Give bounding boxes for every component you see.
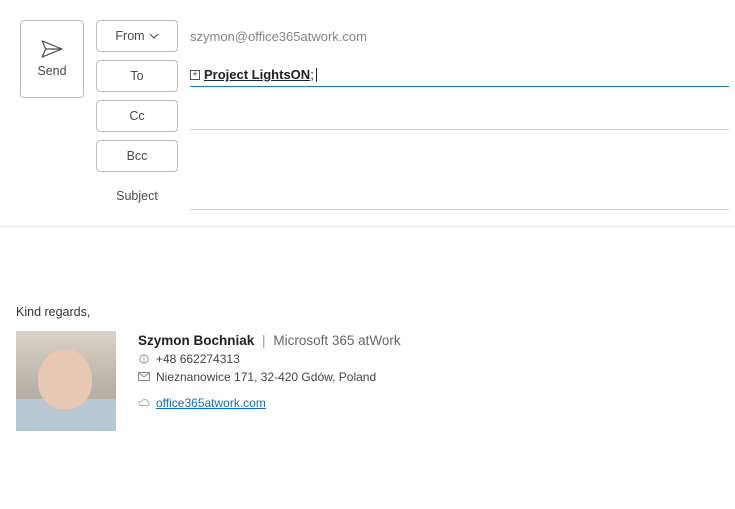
subject-label: Subject [96,189,178,203]
recipient-chip[interactable]: + Project LightsON; [190,67,317,82]
signature-address-row: Nieznanowice 171, 32-420 Gdów, Poland [138,370,401,384]
subject-input-wrap[interactable] [190,182,729,210]
mail-icon [138,372,150,382]
signature-name-line: Szymon Bochniak | Microsoft 365 atWork [138,333,401,348]
chevron-down-icon [149,33,159,39]
signature-separator: | [262,333,266,348]
signature-phone-row: +48 662274313 [138,352,401,366]
subject-input[interactable] [190,182,729,205]
to-button-label: To [130,69,143,83]
bcc-row: Bcc [96,140,729,172]
avatar [16,331,116,431]
to-input-wrap[interactable]: + Project LightsON; [190,65,729,87]
send-button-label: Send [37,64,66,78]
signature-website-row: office365atwork.com [138,396,401,410]
from-value-wrap: szymon@office365atwork.com [190,25,729,48]
signature-website-link[interactable]: office365atwork.com [156,396,266,410]
to-row: To + Project LightsON; [96,60,729,92]
from-button-label: From [115,29,144,43]
send-column: Send [20,20,84,212]
expand-group-icon[interactable]: + [190,70,200,80]
subject-row: Subject [96,180,729,212]
to-button[interactable]: To [96,60,178,92]
bcc-button-label: Bcc [127,149,148,163]
recipient-separator: ; [310,67,314,82]
signature-name: Szymon Bochniak [138,333,254,348]
bcc-input-wrap[interactable] [190,145,729,168]
signature-phone: +48 662274313 [156,352,240,366]
signature-block: Szymon Bochniak | Microsoft 365 atWork +… [16,331,719,431]
bcc-input[interactable] [190,145,729,168]
signature-company: Microsoft 365 atWork [273,333,400,348]
cc-input-wrap[interactable] [190,102,729,130]
phone-icon [138,354,150,364]
cloud-icon [138,398,150,408]
from-row: From szymon@office365atwork.com [96,20,729,52]
cc-button[interactable]: Cc [96,100,178,132]
from-button[interactable]: From [96,20,178,52]
from-address[interactable]: szymon@office365atwork.com [190,25,729,48]
message-body[interactable]: Kind regards, Szymon Bochniak | Microsof… [0,227,735,507]
cc-input[interactable] [190,102,729,125]
signature-text: Szymon Bochniak | Microsoft 365 atWork +… [138,331,401,431]
signature-address: Nieznanowice 171, 32-420 Gdów, Poland [156,370,376,384]
recipient-name: Project LightsON [204,67,310,82]
compose-header: Send From szymon@office365atwork.com To … [0,0,735,227]
bcc-button[interactable]: Bcc [96,140,178,172]
send-icon [41,40,63,58]
send-button[interactable]: Send [20,20,84,98]
cc-button-label: Cc [129,109,144,123]
fields-column: From szymon@office365atwork.com To + Pro… [96,20,729,212]
closing-line: Kind regards, [16,305,719,319]
cc-row: Cc [96,100,729,132]
text-cursor [316,68,317,82]
